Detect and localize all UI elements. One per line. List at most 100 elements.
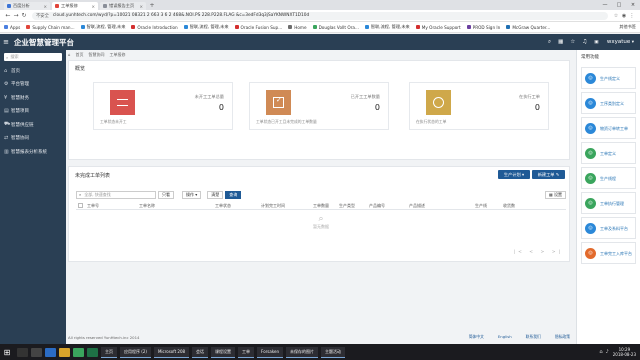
bookmark-item[interactable]: Oracle Introduction (131, 25, 178, 30)
pagination[interactable]: |< < > >| (514, 250, 563, 255)
sidebar-item-supply-chain[interactable]: ⛟ 智慧供应链 (0, 118, 66, 132)
taskbar-app[interactable]: 应用程序 (2) (120, 346, 151, 358)
column-header[interactable]: 计划完工时间 (261, 203, 313, 209)
new-tab-button[interactable]: + (148, 2, 156, 10)
bookmark-item[interactable]: 智联,流程, 管理,未来 (80, 24, 125, 30)
security-status[interactable]: 不安全 (36, 13, 49, 19)
column-settings-button[interactable]: ▦ 设置 (544, 190, 566, 199)
search-icon[interactable]: ⌕ (548, 39, 551, 46)
clear-button[interactable]: 清楚 (207, 190, 224, 199)
task-view-icon[interactable] (31, 347, 42, 357)
bell-icon[interactable]: ♫ (582, 39, 587, 45)
sidebar-item-project[interactable]: ▤ 智慧项目 (0, 105, 66, 119)
sidebar-item-home[interactable]: ⌂ 首页 (0, 64, 66, 78)
bookmark-item[interactable]: Douglas Vollt Ora... (312, 25, 359, 30)
kpi-card-not-started[interactable]: 未开工工单总量 0 工单状态未开工 (93, 82, 233, 130)
column-header[interactable]: 工单状态 (215, 203, 261, 209)
search-icon[interactable] (17, 347, 28, 357)
back-icon[interactable]: ← (4, 12, 12, 19)
bookmark-item[interactable]: Home (288, 25, 307, 30)
bookmark-item[interactable]: Oracle Fusion Sup... (234, 25, 282, 30)
column-header[interactable]: 收货数 (503, 203, 533, 209)
bookmark-item[interactable]: Apps (4, 25, 20, 30)
reload-icon[interactable]: ↻ (20, 12, 28, 19)
column-header[interactable]: 生产线 (475, 203, 503, 209)
filter-button[interactable]: 只看 (158, 190, 174, 199)
quick-function-item[interactable]: ◎ 生产线定义 (581, 67, 636, 89)
menu-icon[interactable]: ⋮ (628, 13, 636, 19)
forward-icon[interactable]: → (12, 12, 20, 19)
sidebar-item-report[interactable]: ▥ 智慧报表分析系统 (0, 145, 66, 159)
extension-icon[interactable]: ◉ (620, 13, 628, 19)
browser-tab[interactable]: 百度分析 × (4, 2, 50, 10)
taskbar-app[interactable]: Microsoft 208 (153, 346, 190, 358)
hamburger-menu-icon[interactable]: ≡ (0, 38, 12, 46)
maximize-icon[interactable]: □ (612, 0, 626, 10)
taskbar-app[interactable]: 工单 (238, 346, 255, 358)
list-search-input[interactable]: ⌕ 全部, 快速查找 (76, 190, 156, 199)
footer-link[interactable]: 简体中文 (469, 334, 484, 340)
bookmark-item[interactable]: PROD Sign In (466, 25, 500, 30)
kpi-card-in-progress[interactable]: 在执行工单 0 在执行状态的工单 (409, 82, 549, 130)
breadcrumb-home-icon[interactable]: ⌂ (68, 52, 71, 57)
bookmark-item[interactable]: Supply Chain man... (26, 25, 75, 30)
chrome-icon[interactable] (73, 347, 84, 357)
create-plan-button[interactable]: 生产计划 ▾ (498, 170, 530, 179)
column-header[interactable]: 工单名称 (139, 203, 215, 209)
grid-icon[interactable]: ▦ (558, 39, 563, 45)
breadcrumb-item[interactable]: 智慧协同 (89, 52, 105, 58)
taskbar-app[interactable]: Forsaken (257, 346, 284, 358)
volume-icon[interactable]: ♪ (606, 349, 609, 355)
bookmark-item[interactable]: My Oracle Support (415, 25, 461, 30)
window-close-icon[interactable]: × (626, 0, 640, 10)
quick-function-item[interactable]: ◎ 生产线程 (581, 167, 636, 189)
clock[interactable]: 10:29 2018-08-23 (613, 347, 636, 357)
browser-tab[interactable]: 错误报告主页 × (100, 2, 146, 10)
network-icon[interactable]: ⌂ (599, 349, 602, 355)
column-header[interactable]: 生产类型 (339, 203, 369, 209)
minimize-icon[interactable]: — (598, 0, 612, 10)
sidebar-item-platform[interactable]: ⚙ 平台管理 (0, 78, 66, 92)
taskbar-app[interactable]: 主题活动 (321, 346, 346, 358)
create-order-button[interactable]: 新建工单 ✎ (532, 170, 565, 179)
column-header[interactable]: 产品描述 (409, 203, 475, 209)
quick-function-item[interactable]: ◎ 工单执行管理 (581, 192, 636, 214)
bookmark-item[interactable]: McGraw Quarter... (506, 25, 550, 30)
taskbar-app[interactable]: 未保存的图片 (286, 346, 319, 358)
column-header[interactable]: 工单数量 (313, 203, 339, 209)
other-bookmarks[interactable]: 其他书签 (619, 24, 636, 30)
breadcrumb-item[interactable]: 首页 (76, 52, 84, 58)
user-menu[interactable]: ▣ wxyatue ▾ (594, 39, 634, 45)
taskbar-app[interactable]: 会话 (192, 346, 209, 358)
footer-link[interactable]: English (498, 334, 512, 340)
windows-start-icon[interactable]: ⊞ (0, 348, 14, 357)
column-header[interactable]: 产品编号 (369, 203, 409, 209)
kpi-card-started[interactable]: ✓ 已开工工单数量 0 工单状态已开工且未完成的工单数量 (249, 82, 389, 130)
sidebar-search-input[interactable]: ⌕ 搜索 (4, 53, 62, 61)
taskbar-app[interactable]: 主页 (101, 346, 117, 358)
browser-tab-active[interactable]: 工单报修 × (52, 2, 98, 10)
url-input[interactable]: 不安全 cloud.yunhtech.com/wyd/?p=10021 0832… (32, 11, 608, 20)
bookmark-item[interactable]: 智联,流程, 管理,未来 (183, 24, 229, 30)
close-icon[interactable]: × (43, 4, 47, 9)
taskbar-app[interactable]: 课程设置 (211, 346, 236, 358)
sidebar-item-finance[interactable]: ¥ 智慧财务 (0, 91, 66, 105)
column-header[interactable]: 工单号 (87, 203, 139, 209)
select-all-checkbox[interactable] (78, 203, 83, 208)
search-button[interactable]: 查询 (225, 190, 242, 199)
star-icon[interactable]: ☆ (612, 13, 620, 19)
close-icon[interactable]: × (91, 4, 95, 9)
ie-icon[interactable] (45, 347, 56, 357)
quick-function-item[interactable]: ◎ 物资订单转工单 (581, 117, 636, 139)
footer-link[interactable]: 隐私政策 (555, 334, 570, 340)
sidebar-item-collab[interactable]: ⇄ 智慧协同 (0, 132, 66, 146)
folder-icon[interactable] (59, 347, 70, 357)
favorite-icon[interactable]: ☆ (570, 39, 575, 45)
close-icon[interactable]: × (139, 4, 143, 9)
operations-dropdown[interactable]: 操作 ▾ (182, 190, 202, 199)
bookmark-item[interactable]: 智联,流程, 管理,未来 (364, 24, 410, 30)
excel-icon[interactable] (87, 347, 98, 357)
quick-function-item[interactable]: ◎ 工序类别定义 (581, 92, 636, 114)
quick-function-item[interactable]: ◎ 工单及系料平台 (581, 217, 636, 239)
quick-function-item[interactable]: ◎ 工单定义 (581, 142, 636, 164)
